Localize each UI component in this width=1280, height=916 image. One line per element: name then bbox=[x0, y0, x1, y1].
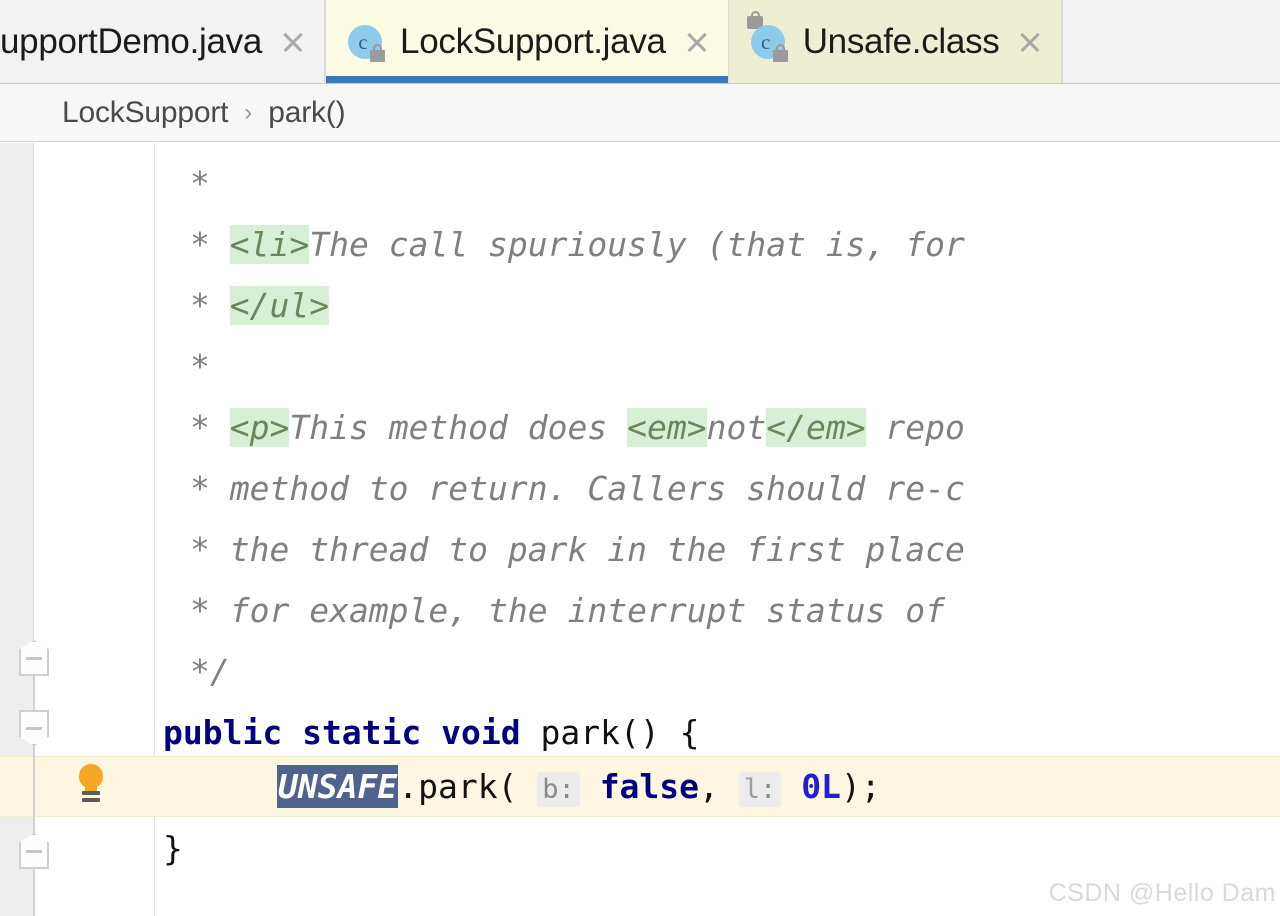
editor-tab-lock-support-demo[interactable]: upportDemo.java bbox=[0, 0, 326, 83]
close-icon[interactable] bbox=[1017, 29, 1043, 55]
close-icon[interactable] bbox=[684, 29, 710, 55]
code-line-7[interactable]: * the thread to park in the first place bbox=[190, 519, 965, 580]
literal-zero-long: 0L bbox=[801, 767, 841, 806]
java-class-locked-icon: c bbox=[346, 22, 386, 62]
code-line-1[interactable]: * bbox=[190, 153, 210, 214]
code-line-8[interactable]: * for example, the interrupt status of bbox=[190, 580, 945, 641]
parameter-hint-b: b: bbox=[537, 772, 580, 807]
javadoc-html-tag: <p> bbox=[229, 408, 290, 447]
watermark: CSDN @Hello Dam bbox=[1048, 879, 1276, 907]
close-icon[interactable] bbox=[280, 29, 306, 55]
code-line-4[interactable]: * bbox=[190, 336, 210, 397]
javadoc-html-tag: <li> bbox=[229, 225, 310, 264]
selected-identifier-unsafe[interactable]: UNSAFE bbox=[277, 765, 399, 808]
editor-tab-label: upportDemo.java bbox=[0, 21, 263, 61]
keyword-public: public static void bbox=[163, 713, 541, 752]
editor-tab-bar-filler bbox=[1062, 0, 1280, 83]
editor-tab-label: LockSupport.java bbox=[400, 21, 666, 61]
editor-tab-lock-support[interactable]: c LockSupport.java bbox=[325, 0, 729, 83]
code-editor[interactable]: * * <li>The call spuriously (that is, fo… bbox=[0, 143, 1280, 916]
code-line-11-unsafe-park-call[interactable]: UNSAFE.park( b: false, l: 0L); bbox=[277, 756, 881, 817]
code-line-6[interactable]: * method to return. Callers should re-c bbox=[190, 458, 965, 519]
javadoc-html-tag: </ul> bbox=[229, 286, 330, 325]
method-name-park: park() { bbox=[540, 713, 700, 752]
parameter-hint-l: l: bbox=[738, 772, 782, 807]
code-line-3[interactable]: * </ul> bbox=[190, 275, 330, 336]
editor-tab-bar: upportDemo.java c LockSupport.java c Uns… bbox=[0, 0, 1280, 84]
chevron-right-icon: › bbox=[244, 98, 253, 126]
code-line-2[interactable]: * <li>The call spuriously (that is, for bbox=[190, 214, 965, 275]
breadcrumb-item-method[interactable]: park() bbox=[268, 96, 345, 130]
ide-editor-window: upportDemo.java c LockSupport.java c Uns… bbox=[0, 0, 1280, 916]
java-decompiled-class-icon: c bbox=[746, 10, 789, 62]
javadoc-html-tag: </em> bbox=[766, 408, 866, 447]
javadoc-html-tag: <em> bbox=[627, 408, 707, 447]
code-line-5[interactable]: * <p>This method does <em>not</em> repo bbox=[190, 397, 965, 458]
editor-tab-label: Unsafe.class bbox=[802, 21, 1000, 61]
literal-false: false bbox=[599, 767, 700, 806]
code-content[interactable]: * * <li>The call spuriously (that is, fo… bbox=[0, 143, 1280, 916]
editor-tab-unsafe-class[interactable]: c Unsafe.class bbox=[728, 0, 1063, 83]
breadcrumb: LockSupport › park() bbox=[0, 84, 1280, 142]
code-line-12-closing-brace[interactable]: } bbox=[163, 818, 183, 879]
breadcrumb-item-class[interactable]: LockSupport bbox=[62, 96, 228, 130]
code-line-10-method-declaration[interactable]: public static void park() { bbox=[163, 702, 699, 763]
code-line-9[interactable]: */ bbox=[190, 641, 230, 702]
